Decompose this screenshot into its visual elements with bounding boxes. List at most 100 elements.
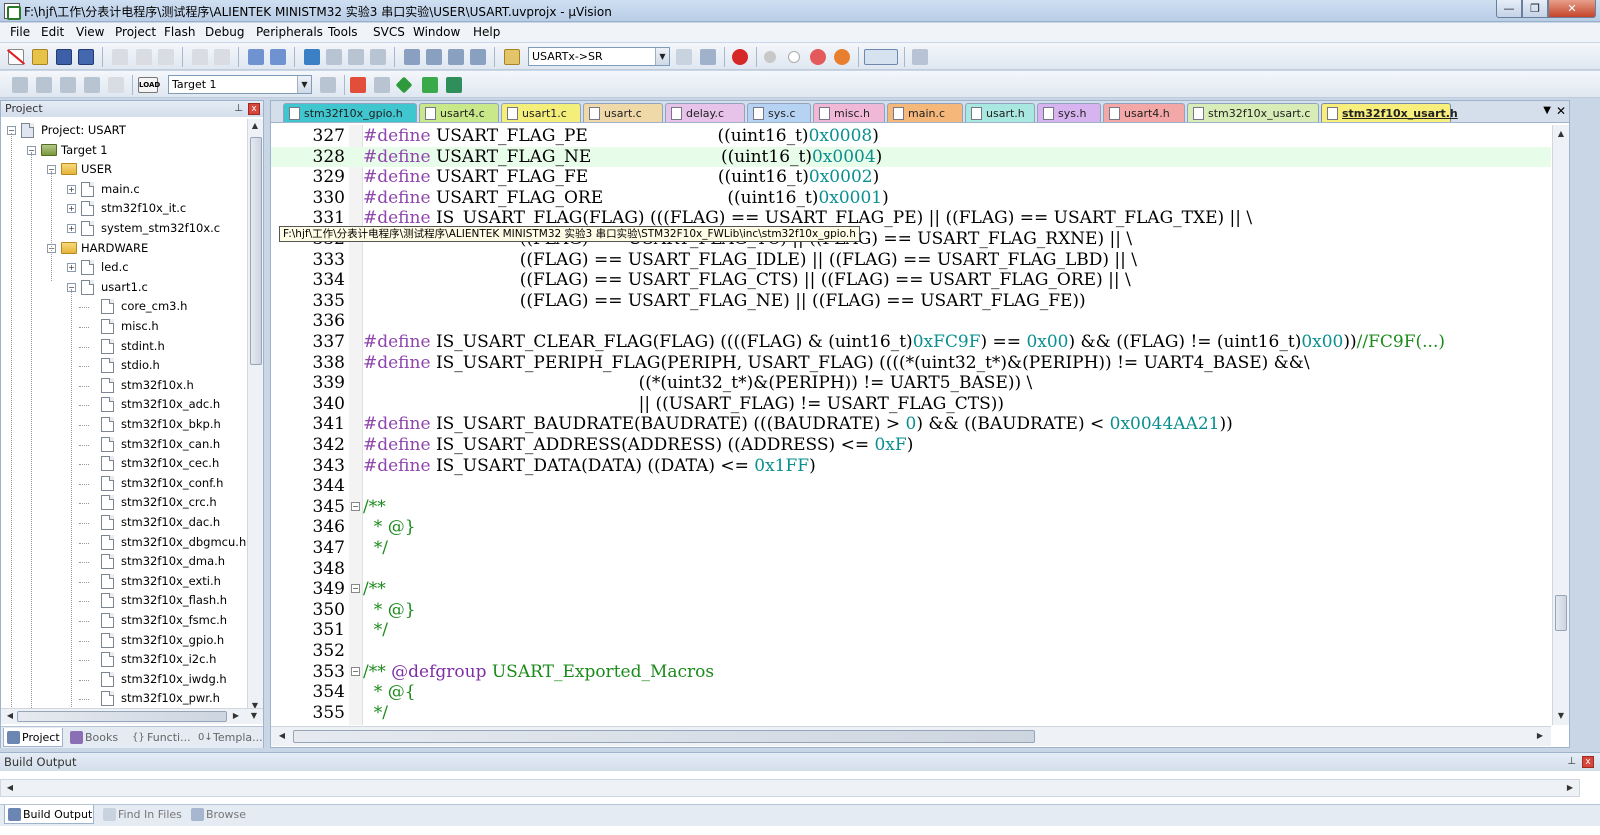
menu-peripherals[interactable]: Peripherals bbox=[256, 25, 323, 39]
pin-icon[interactable]: ⊥ bbox=[234, 101, 243, 117]
code-line[interactable]: 327 #define USART_FLAG_PE ((uint16_t)0x00… bbox=[271, 126, 1551, 147]
code-line[interactable]: 351 */ bbox=[271, 620, 1551, 641]
code-line[interactable]: 329 #define USART_FLAG_FE ((uint16_t)0x00… bbox=[271, 167, 1551, 188]
menu-edit[interactable]: Edit bbox=[41, 25, 64, 39]
tree-item[interactable]: stm32f10x_bkp.h bbox=[1, 415, 245, 434]
code-line[interactable]: 341 #define IS_USART_BAUDRATE(BAUDRATE) (… bbox=[271, 414, 1551, 435]
code-line[interactable]: 356 bbox=[271, 723, 1551, 725]
tab-browse[interactable]: Browse bbox=[188, 805, 252, 824]
tree-item[interactable]: + stm32f10x_it.c bbox=[1, 199, 245, 218]
editor-vertical-scrollbar[interactable]: ▲ ▼ bbox=[1552, 125, 1569, 725]
clear-bookmarks-icon[interactable] bbox=[370, 49, 386, 65]
unindent-icon[interactable] bbox=[426, 49, 442, 65]
select-packs-icon[interactable] bbox=[395, 76, 413, 94]
scroll-down-icon[interactable]: ▼ bbox=[247, 709, 261, 723]
tree-item[interactable]: core_cm3.h bbox=[1, 297, 245, 316]
scroll-left-icon[interactable]: ◀ bbox=[275, 729, 289, 743]
comment-icon[interactable] bbox=[448, 49, 464, 65]
tab-stm32f10x-usart-h[interactable]: stm32f10x_usart.h bbox=[1321, 103, 1458, 122]
tree-item[interactable]: stm32f10x.h bbox=[1, 376, 245, 395]
navigate-forward-icon[interactable] bbox=[270, 49, 286, 65]
tree-item[interactable]: stm32f10x_conf.h bbox=[1, 474, 245, 493]
menu-window[interactable]: Window bbox=[413, 25, 460, 39]
code-line[interactable]: 345−/** bbox=[271, 497, 1551, 518]
scroll-right-icon[interactable]: ▶ bbox=[229, 709, 243, 723]
code-line[interactable]: 350 * @} bbox=[271, 600, 1551, 621]
menu-svcs[interactable]: SVCS bbox=[373, 25, 405, 39]
paste-icon[interactable] bbox=[158, 49, 174, 65]
window-layout-icon[interactable] bbox=[864, 49, 898, 65]
close-panel-button[interactable]: x bbox=[1582, 756, 1594, 768]
redo-icon[interactable] bbox=[214, 49, 230, 65]
open-file-icon[interactable] bbox=[32, 49, 48, 65]
tab-functions[interactable]: {} Functi... bbox=[129, 728, 191, 747]
disable-breakpoint-icon[interactable] bbox=[788, 51, 800, 63]
close-window-button[interactable]: ✕ bbox=[1548, 0, 1596, 18]
stop-build-icon[interactable] bbox=[108, 77, 124, 93]
code-line[interactable]: 340 || ((USART_FLAG) != USART_FLAG_CTS)) bbox=[271, 394, 1551, 415]
pack-installer-icon[interactable] bbox=[422, 77, 438, 93]
tab-sys-c[interactable]: sys.c bbox=[747, 103, 811, 122]
previous-bookmark-icon[interactable] bbox=[326, 49, 342, 65]
tree-horizontal-scrollbar[interactable]: ◀ ▶ ▼ bbox=[1, 708, 263, 724]
menu-project[interactable]: Project bbox=[115, 25, 156, 39]
translate-icon[interactable] bbox=[12, 77, 28, 93]
expand-icon[interactable]: + bbox=[67, 263, 76, 273]
code-line[interactable]: 347 */ bbox=[271, 538, 1551, 559]
tab-usart4-c[interactable]: usart4.c bbox=[419, 103, 499, 122]
tree-item[interactable]: stdint.h bbox=[1, 337, 245, 356]
find-icon[interactable] bbox=[676, 49, 692, 65]
editor-horizontal-scrollbar[interactable]: ◀ ▶ bbox=[271, 726, 1551, 746]
insert-bookmark-icon[interactable] bbox=[304, 49, 320, 65]
tree-item[interactable]: stm32f10x_adc.h bbox=[1, 395, 245, 414]
code-line[interactable]: 346 * @} bbox=[271, 517, 1551, 538]
tab-main-c[interactable]: main.c bbox=[887, 103, 963, 122]
uncomment-icon[interactable] bbox=[470, 49, 486, 65]
tab-find-in-files[interactable]: Find In Files bbox=[100, 805, 184, 824]
tree-horizontal-scroll-thumb[interactable] bbox=[17, 711, 227, 722]
tree-item[interactable]: − Project: USART bbox=[1, 121, 245, 140]
undo-icon[interactable] bbox=[192, 49, 208, 65]
target-combo[interactable]: Target 1 ▼ bbox=[168, 75, 312, 94]
code-line[interactable]: 339 ((*(uint32_t*)&(PERIPH)) != UART5_BA… bbox=[271, 373, 1551, 394]
menu-view[interactable]: View bbox=[76, 25, 104, 39]
scroll-right-icon[interactable]: ▶ bbox=[1563, 781, 1577, 795]
code-line[interactable]: 336 bbox=[271, 311, 1551, 332]
tree-item[interactable]: − HARDWARE bbox=[1, 239, 245, 258]
tab-templates[interactable]: 0↓ Templa... bbox=[195, 728, 263, 747]
target-options-icon[interactable] bbox=[320, 77, 336, 93]
scroll-left-icon[interactable]: ◀ bbox=[3, 709, 17, 723]
tree-item[interactable]: stm32f10x_can.h bbox=[1, 435, 245, 454]
navigate-back-icon[interactable] bbox=[248, 49, 264, 65]
tab-stm32f10x-gpio-h[interactable]: stm32f10x_gpio.h bbox=[283, 103, 417, 122]
indent-icon[interactable] bbox=[404, 49, 420, 65]
copy-icon[interactable] bbox=[136, 49, 152, 65]
tree-item[interactable]: misc.h bbox=[1, 317, 245, 336]
kill-all-breakpoints-icon[interactable] bbox=[834, 49, 850, 65]
breakpoint-icon[interactable] bbox=[764, 51, 776, 63]
tree-vertical-scroll-thumb[interactable] bbox=[250, 137, 262, 365]
tree-item[interactable]: stm32f10x_i2c.h bbox=[1, 650, 245, 669]
tree-item[interactable]: stm32f10x_dbgmcu.h bbox=[1, 533, 246, 552]
tree-item[interactable]: stm32f10x_dac.h bbox=[1, 513, 245, 532]
rebuild-icon[interactable] bbox=[60, 77, 76, 93]
tree-item[interactable]: stm32f10x_flash.h bbox=[1, 591, 245, 610]
code-line[interactable]: 348 bbox=[271, 559, 1551, 580]
code-line[interactable]: 349−/** bbox=[271, 579, 1551, 600]
tree-item[interactable]: stm32f10x_iwdg.h bbox=[1, 670, 245, 689]
manage-components-icon[interactable] bbox=[350, 77, 366, 93]
menu-tools[interactable]: Tools bbox=[328, 25, 358, 39]
scroll-up-icon[interactable]: ▲ bbox=[1554, 127, 1568, 141]
tree-item[interactable]: + main.c bbox=[1, 180, 245, 199]
incremental-find-icon[interactable] bbox=[700, 49, 716, 65]
save-icon[interactable] bbox=[56, 49, 72, 65]
code-line[interactable]: 334 ((FLAG) == USART_FLAG_CTS) || ((FLAG… bbox=[271, 270, 1551, 291]
fold-collapse-icon[interactable]: − bbox=[351, 501, 360, 511]
tree-item[interactable]: stdio.h bbox=[1, 356, 245, 375]
tree-item[interactable]: stm32f10x_fsmc.h bbox=[1, 611, 245, 630]
pin-icon[interactable]: ⊥ bbox=[1567, 753, 1576, 771]
configure-icon[interactable] bbox=[912, 49, 928, 65]
maximize-button[interactable]: ❐ bbox=[1522, 0, 1548, 18]
fold-collapse-icon[interactable]: − bbox=[351, 666, 360, 676]
code-editor[interactable]: 327 #define USART_FLAG_PE ((uint16_t)0x00… bbox=[271, 125, 1551, 725]
